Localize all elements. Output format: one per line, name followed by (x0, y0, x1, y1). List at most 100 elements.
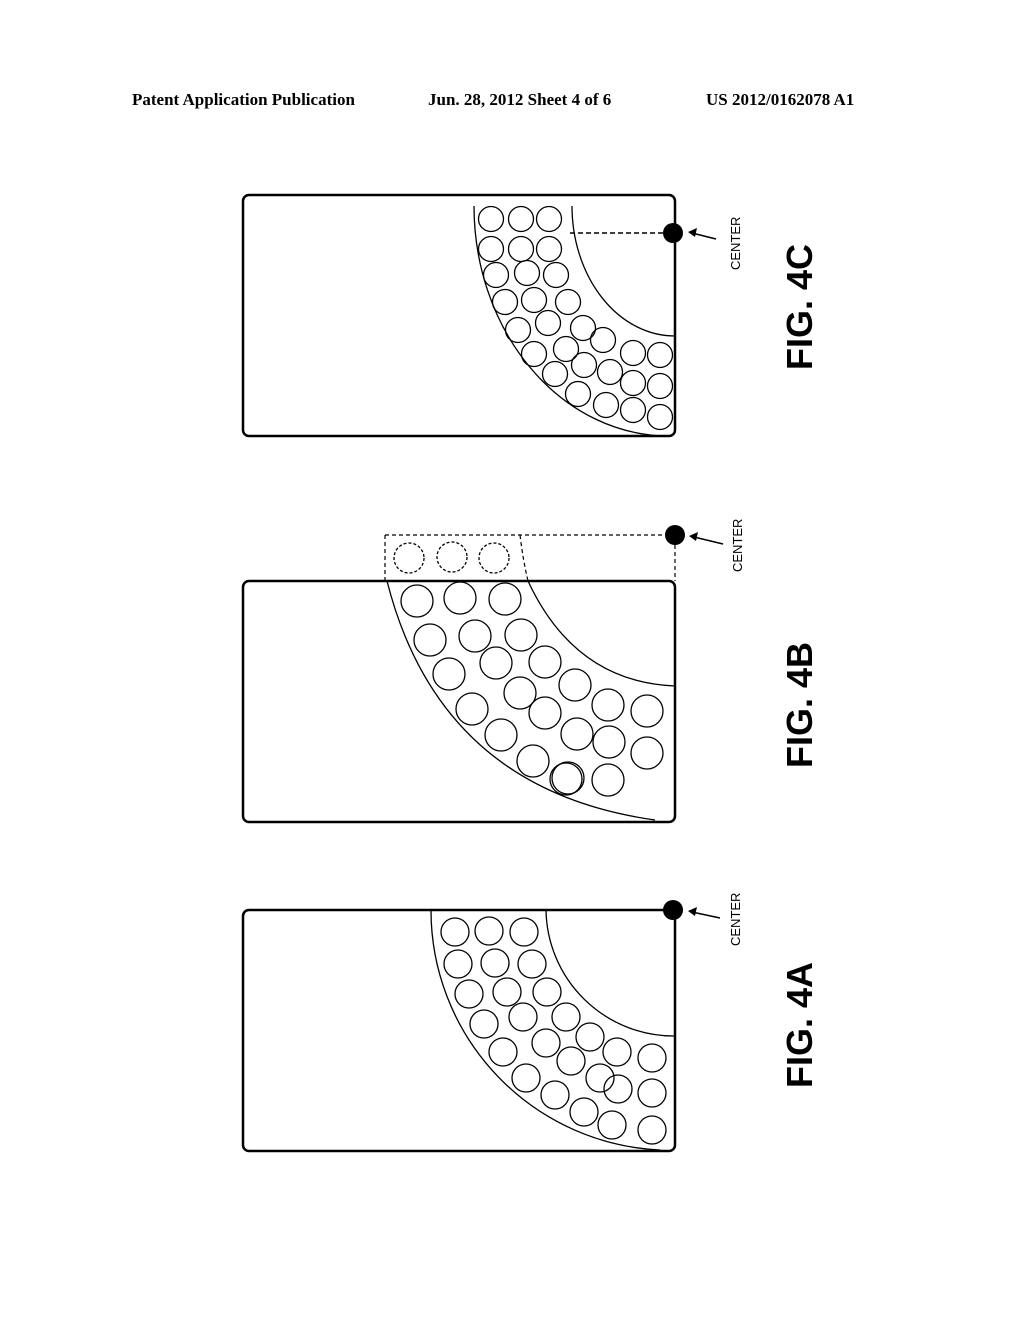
item-circle (551, 1002, 581, 1032)
center-point (665, 525, 685, 545)
item-circle (480, 948, 510, 978)
item-circle (474, 916, 504, 946)
item-circle (646, 372, 674, 400)
item-circle (528, 645, 562, 679)
item-circle (507, 205, 535, 233)
ghost-item-circle (478, 542, 510, 574)
arrow-head-icon (688, 907, 697, 916)
item-circle (535, 235, 563, 263)
center-arrow (693, 536, 724, 545)
item-circle (558, 668, 592, 702)
item-circle (637, 1043, 667, 1073)
circles-group (400, 581, 664, 797)
item-circle (488, 1037, 518, 1067)
item-circle (516, 744, 550, 778)
item-circle (592, 391, 620, 419)
item-circle (556, 1046, 586, 1076)
item-circle (596, 358, 624, 386)
item-circle (520, 340, 548, 368)
item-circle (531, 1028, 561, 1058)
item-circle (482, 261, 510, 289)
figure-4c: CENTER FIG. 4C (241, 193, 820, 438)
item-circle (637, 1115, 667, 1145)
item-circle (646, 403, 674, 431)
item-circle (552, 335, 580, 363)
item-circle (637, 1078, 667, 1108)
item-circle (413, 623, 447, 657)
item-circle (477, 235, 505, 263)
item-circle (479, 646, 513, 680)
item-circle (507, 235, 535, 263)
item-circle (469, 1009, 499, 1039)
figure-label: FIG. 4A (779, 962, 820, 1088)
inner-arc (545, 909, 676, 1037)
center-label: CENTER (730, 519, 745, 572)
figure-4b: CENTER FIG. 4B (241, 519, 820, 824)
inner-arc (527, 580, 676, 687)
figure-4a: CENTER FIG. 4A (241, 893, 820, 1153)
item-circle (569, 314, 597, 342)
screen-frame (241, 908, 677, 1153)
item-circle (504, 316, 532, 344)
item-circle (440, 917, 470, 947)
item-circle (454, 979, 484, 1009)
item-circle (597, 1110, 627, 1140)
item-circle (511, 1063, 541, 1093)
outer-arc (386, 580, 656, 821)
item-circle (569, 1097, 599, 1127)
item-circle (458, 619, 492, 653)
item-circle (602, 1037, 632, 1067)
item-circle (646, 341, 674, 369)
arrow-head-icon (689, 532, 698, 541)
item-circle (509, 917, 539, 947)
ghost-item-circle (393, 542, 425, 574)
item-circle (484, 718, 518, 752)
ghost-circles-group (393, 541, 510, 574)
outer-arc (430, 909, 661, 1151)
item-circle (492, 977, 522, 1007)
item-circle (432, 657, 466, 691)
item-circle (520, 286, 548, 314)
center-point (663, 223, 683, 243)
item-circle (630, 736, 664, 770)
item-circle (534, 309, 562, 337)
item-circle (443, 581, 477, 615)
screen-frame (241, 193, 677, 438)
center-point (663, 900, 683, 920)
item-circle (443, 949, 473, 979)
center-label: CENTER (728, 217, 743, 270)
item-circle (570, 351, 598, 379)
item-circle (591, 763, 625, 797)
item-circle (513, 259, 541, 287)
item-circle (619, 396, 647, 424)
item-circle (575, 1022, 605, 1052)
item-circle (564, 380, 592, 408)
item-circle (535, 205, 563, 233)
item-circle (528, 696, 562, 730)
item-circle (591, 688, 625, 722)
item-circle (592, 725, 626, 759)
item-circle (400, 584, 434, 618)
item-circle (491, 288, 519, 316)
item-circle (551, 761, 585, 795)
ghost-item-circle (436, 541, 468, 573)
patent-drawing: CENTER FIG. 4C CENTER FIG. 4B CENTER FIG… (241, 193, 820, 1153)
outer-arc (473, 205, 666, 437)
item-circle (554, 288, 582, 316)
item-circle (560, 717, 594, 751)
item-circle (549, 762, 583, 796)
item-circle (477, 205, 505, 233)
item-circle (508, 1002, 538, 1032)
item-circle (619, 369, 647, 397)
item-circle (517, 949, 547, 979)
item-circle (619, 339, 647, 367)
figure-label: FIG. 4C (779, 244, 820, 370)
ghost-inner-edge (519, 534, 529, 582)
center-arrow (691, 911, 721, 919)
item-circle (532, 977, 562, 1007)
item-circle (504, 618, 538, 652)
center-label: CENTER (728, 893, 743, 946)
item-circle (540, 1080, 570, 1110)
item-circle (455, 692, 489, 726)
item-circle (630, 694, 664, 728)
